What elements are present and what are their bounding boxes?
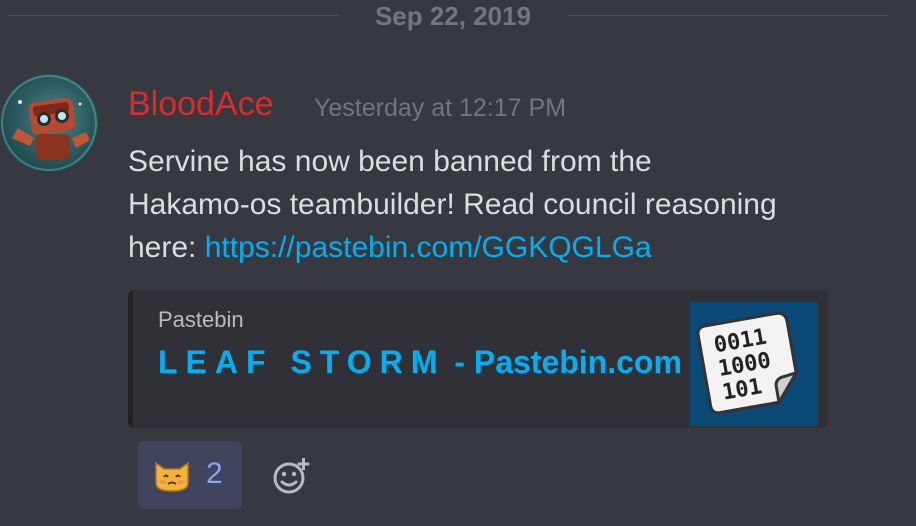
embed-thumbnail[interactable]: 0011 1000 101: [690, 302, 818, 426]
embed-title-rest: - Pastebin.com: [445, 344, 682, 380]
binary-document-icon: 0011 1000 101: [696, 311, 800, 415]
message-line-3-prefix: here:: [128, 231, 205, 264]
message-line-1: Servine has now been banned from the: [128, 145, 652, 178]
pastebin-link[interactable]: https://pastebin.com/GGKQGLGa: [205, 231, 652, 264]
message-line-3: here: https://pastebin.com/GGKQGLGa: [128, 226, 898, 269]
message-timestamp: Yesterday at 12:17 PM: [314, 94, 567, 122]
cat-emoji: [155, 461, 189, 492]
add-reaction-icon: [273, 458, 310, 494]
date-divider-label: Sep 22, 2019: [374, 1, 532, 31]
message-line-2: Hakamo-os teambuilder! Read council reas…: [128, 188, 777, 221]
divider-line-left: [8, 15, 338, 16]
embed-accent-bar: [128, 290, 133, 428]
link-embed: Pastebin LEAF STORM - Pastebin.com 0011 …: [128, 290, 828, 428]
embed-provider[interactable]: Pastebin: [158, 306, 244, 334]
reaction-cat[interactable]: 2: [138, 441, 242, 509]
embed-title[interactable]: LEAF STORM - Pastebin.com: [158, 342, 682, 382]
avatar[interactable]: [0, 74, 98, 172]
robot-avatar-icon: [1, 75, 97, 171]
message-content: Servine has now been banned from the Hak…: [128, 140, 898, 269]
divider-line-right: [568, 15, 888, 16]
date-divider: Sep 22, 2019: [0, 0, 916, 34]
add-reaction-button[interactable]: [270, 454, 314, 498]
embed-title-spaced: LEAF STORM: [158, 344, 446, 380]
reaction-count: 2: [206, 457, 223, 490]
author-name[interactable]: BloodAce: [128, 84, 274, 124]
